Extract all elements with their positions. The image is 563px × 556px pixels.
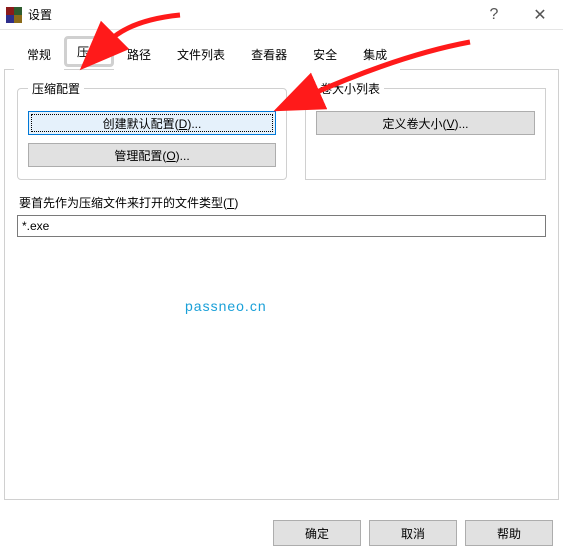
tab-compress[interactable]: 压缩 bbox=[64, 36, 114, 67]
define-volume-size-button[interactable]: 定义卷大小(V)... bbox=[316, 111, 535, 135]
tab-viewer[interactable]: 查看器 bbox=[238, 39, 300, 70]
tab-path[interactable]: 路径 bbox=[114, 39, 164, 70]
tab-integration[interactable]: 集成 bbox=[350, 39, 400, 70]
group-compress-profile-legend: 压缩配置 bbox=[28, 80, 84, 97]
group-volume-list-legend: 卷大小列表 bbox=[316, 80, 384, 97]
tab-general[interactable]: 常规 bbox=[14, 39, 64, 70]
tab-security[interactable]: 安全 bbox=[300, 39, 350, 70]
app-icon bbox=[6, 7, 22, 23]
manage-profile-button[interactable]: 管理配置(O)... bbox=[28, 143, 276, 167]
window-title: 设置 bbox=[28, 6, 471, 23]
close-icon[interactable]: ✕ bbox=[517, 0, 563, 29]
watermark: passneo.cn bbox=[185, 298, 267, 314]
tab-content: 压缩配置 创建默认配置(D)... 管理配置(O)... 卷大小列表 定义卷大小… bbox=[4, 70, 559, 500]
group-volume-list: 卷大小列表 定义卷大小(V)... bbox=[305, 80, 546, 180]
help-button[interactable]: 帮助 bbox=[465, 520, 553, 546]
cancel-button[interactable]: 取消 bbox=[369, 520, 457, 546]
filetype-label: 要首先作为压缩文件来打开的文件类型(T) bbox=[19, 194, 546, 211]
tab-filelist[interactable]: 文件列表 bbox=[164, 39, 238, 70]
filetype-input[interactable] bbox=[17, 215, 546, 237]
create-default-profile-button[interactable]: 创建默认配置(D)... bbox=[28, 111, 276, 135]
help-icon[interactable]: ? bbox=[471, 0, 517, 29]
ok-button[interactable]: 确定 bbox=[273, 520, 361, 546]
group-compress-profile: 压缩配置 创建默认配置(D)... 管理配置(O)... bbox=[17, 80, 287, 180]
title-bar: 设置 ? ✕ bbox=[0, 0, 563, 30]
dialog-footer: 确定 取消 帮助 bbox=[273, 520, 553, 546]
tab-bar: 常规 压缩 路径 文件列表 查看器 安全 集成 bbox=[4, 34, 559, 70]
